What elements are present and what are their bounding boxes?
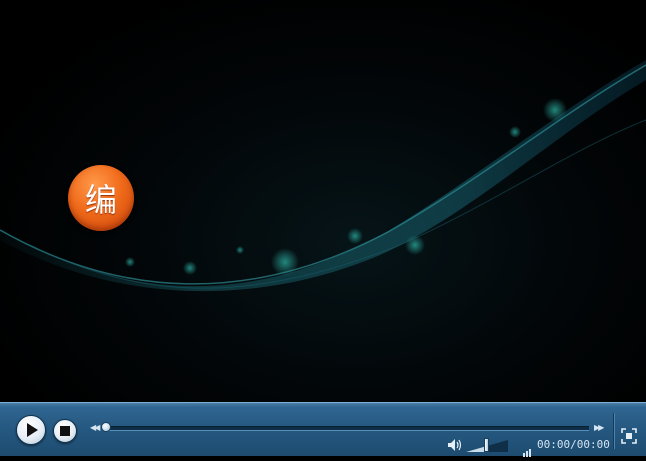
seek-handle[interactable]	[101, 422, 111, 432]
divider	[613, 413, 615, 449]
speaker-icon[interactable]	[447, 437, 463, 451]
fast-forward-icon[interactable]: ▶▶	[594, 423, 604, 432]
video-display[interactable]: 编	[0, 0, 646, 402]
seek-bar[interactable]	[103, 426, 589, 431]
time-display: 00:00/00:00	[537, 438, 610, 451]
stop-icon	[60, 426, 70, 436]
fullscreen-icon[interactable]	[621, 428, 637, 444]
play-button[interactable]	[16, 415, 46, 445]
stop-button[interactable]	[53, 419, 77, 443]
rewind-icon[interactable]: ◀◀	[90, 423, 100, 432]
signal-bars-icon	[523, 442, 532, 457]
play-icon	[27, 423, 38, 437]
control-bar: ◀◀ ▶▶ 00:00/00:00	[0, 402, 646, 457]
volume-handle[interactable]	[484, 438, 489, 452]
edit-badge-button[interactable]: 编	[68, 165, 134, 231]
